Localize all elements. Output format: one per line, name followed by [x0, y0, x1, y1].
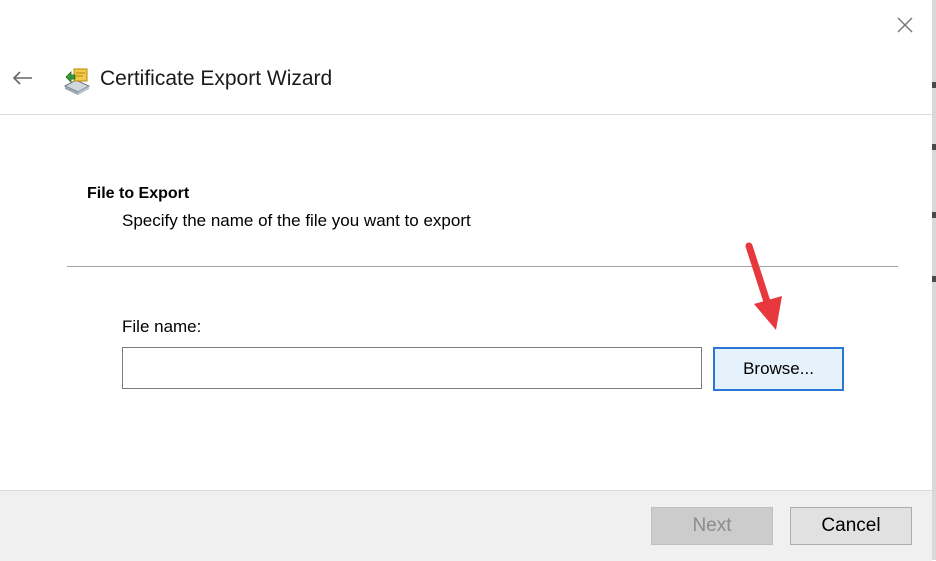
back-button[interactable]	[8, 62, 40, 94]
browse-button[interactable]: Browse...	[713, 347, 844, 391]
background-window-edge-mark	[932, 144, 936, 150]
section-title: File to Export	[87, 185, 190, 202]
close-button[interactable]	[886, 8, 924, 42]
background-window-edge-mark	[932, 212, 936, 218]
file-name-label: File name:	[122, 317, 202, 336]
close-icon	[897, 17, 913, 33]
red-arrow-icon	[745, 242, 782, 330]
footer-bar: Next Cancel	[0, 490, 932, 561]
header-divider	[0, 114, 932, 115]
background-window-edge-mark	[932, 82, 936, 88]
certificate-wizard-icon	[62, 66, 92, 96]
content-divider	[67, 266, 898, 267]
window-title: Certificate Export Wizard	[100, 67, 333, 90]
background-window-edge-mark	[932, 276, 936, 282]
back-arrow-icon	[12, 71, 32, 85]
cancel-button[interactable]: Cancel	[790, 507, 912, 545]
next-button[interactable]: Next	[651, 507, 773, 545]
section-description: Specify the name of the file you want to…	[122, 211, 471, 230]
file-name-input[interactable]	[122, 347, 702, 389]
